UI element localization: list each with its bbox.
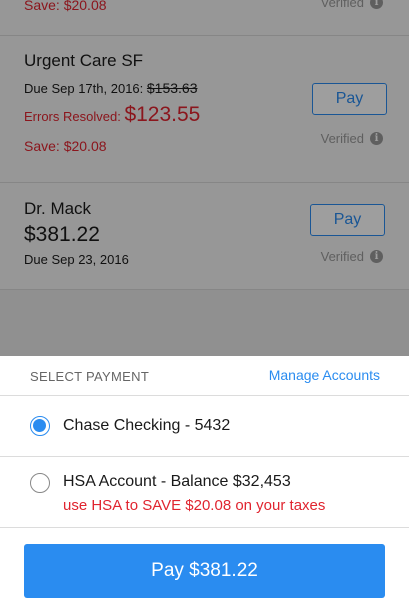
pay-total-button[interactable]: Pay $381.22 bbox=[24, 544, 385, 598]
hsa-savings-tip: use HSA to SAVE $20.08 on your taxes bbox=[63, 497, 326, 514]
manage-accounts-link[interactable]: Manage Accounts bbox=[269, 367, 380, 383]
modal-backdrop[interactable] bbox=[0, 0, 409, 356]
divider bbox=[0, 395, 409, 396]
radio-selected[interactable] bbox=[30, 416, 50, 436]
account-label: Chase Checking - 5432 bbox=[63, 417, 231, 434]
account-label: HSA Account - Balance $32,453 bbox=[63, 473, 291, 490]
radio-unselected[interactable] bbox=[30, 473, 50, 493]
divider bbox=[0, 456, 409, 457]
sheet-header: SELECT PAYMENT Manage Accounts bbox=[0, 356, 409, 396]
payment-sheet: SELECT PAYMENT Manage Accounts Chase Che… bbox=[0, 356, 409, 614]
divider bbox=[0, 527, 409, 528]
select-payment-title: SELECT PAYMENT bbox=[30, 369, 150, 384]
